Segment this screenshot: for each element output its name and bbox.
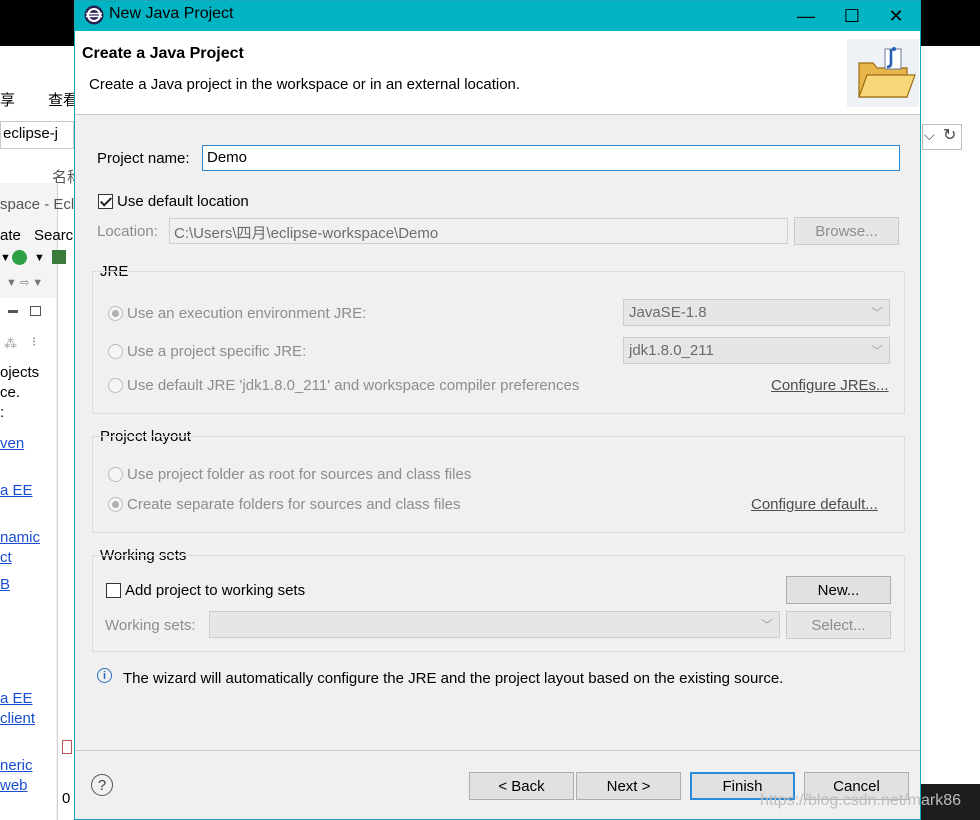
bg-menu-share[interactable]: 享	[0, 89, 15, 110]
bg-run-icon[interactable]	[12, 250, 27, 265]
location-label: Location:	[97, 223, 158, 240]
add-to-working-sets-label: Add project to working sets	[125, 582, 306, 599]
help-icon: ?	[97, 776, 107, 794]
configure-jres-link[interactable]: Configure JREs...	[771, 377, 889, 394]
bg-sidebar-header	[0, 302, 56, 322]
layout-project-root-label: Use project folder as root for sources a…	[127, 466, 472, 483]
bg-maximize-icon[interactable]	[30, 306, 41, 316]
bg-menu-search[interactable]: Searc	[34, 227, 73, 244]
bg-sidebar-text: ojects	[0, 364, 40, 381]
jre-execution-environment-label: Use an execution environment JRE:	[127, 305, 367, 322]
bg-dropdown-icon[interactable]: ▼	[34, 252, 45, 264]
new-java-project-dialog: New Java Project — ☐ ✕ Create a Java Pro…	[74, 0, 921, 820]
bg-sidebar-link[interactable]: namic	[0, 529, 40, 546]
close-button[interactable]: ✕	[873, 1, 919, 31]
bg-right-dropdown[interactable]: ⌵ ↻	[922, 124, 962, 150]
bg-right-window	[920, 46, 980, 820]
bg-sidebar-text: ce.	[0, 384, 21, 401]
layout-project-root-radio[interactable]	[108, 467, 123, 482]
project-name-label: Project name:	[97, 150, 190, 167]
maximize-icon: ☐	[843, 5, 861, 26]
wizard-header: Create a Java Project Create a Java proj…	[75, 31, 920, 115]
location-input[interactable]: C:\Users\四月\eclipse-workspace\Demo	[169, 218, 788, 244]
working-sets-label: Working sets:	[105, 617, 196, 634]
bg-sidebar-link[interactable]: ct	[0, 549, 12, 566]
jre-environment-value: JavaSE-1.8	[629, 304, 707, 321]
bg-sidebar-link[interactable]: a EE	[0, 690, 33, 707]
bg-sidebar-link[interactable]: client	[0, 710, 35, 727]
chevron-down-icon: ﹀	[870, 306, 883, 320]
layout-separate-folders-label: Create separate folders for sources and …	[127, 496, 461, 513]
info-icon: i	[97, 668, 112, 683]
select-working-sets-button[interactable]: Select...	[786, 611, 891, 639]
new-working-set-button[interactable]: New...	[786, 576, 891, 604]
jre-specific-select[interactable]: jdk1.8.0_211 ﹀	[623, 337, 890, 364]
browse-button[interactable]: Browse...	[794, 217, 899, 245]
info-message: The wizard will automatically configure …	[123, 670, 784, 687]
eclipse-app-icon	[84, 5, 104, 25]
configure-default-link[interactable]: Configure default...	[751, 496, 878, 513]
jre-default-radio[interactable]	[108, 378, 123, 393]
jre-default-label: Use default JRE 'jdk1.8.0_211' and works…	[127, 377, 580, 394]
maximize-button[interactable]: ☐	[829, 1, 875, 31]
back-button[interactable]: < Back	[469, 772, 574, 800]
bg-welcome-sidebar: ⁂ ⁝ ojects ce. : ven a EE namic ct B a E…	[0, 298, 56, 820]
bg-menu-navigate[interactable]: ate	[0, 227, 21, 244]
bg-dropdown-icon[interactable]: ▼	[0, 252, 11, 264]
bg-sidebar-text: :	[0, 404, 5, 421]
bg-minimize-icon[interactable]	[8, 310, 18, 313]
bg-sidebar-link[interactable]: ven	[0, 435, 24, 452]
wizard-description: Create a Java project in the workspace o…	[89, 76, 521, 93]
chevron-down-icon: ﹀	[870, 344, 883, 358]
layout-separate-folders-radio[interactable]	[108, 497, 123, 512]
working-sets-select[interactable]: ﹀	[209, 611, 780, 638]
dialog-titlebar[interactable]: New Java Project — ☐ ✕	[75, 1, 920, 31]
refresh-icon[interactable]: ↻	[943, 125, 956, 145]
minimize-icon: —	[797, 5, 815, 26]
add-to-working-sets-checkbox[interactable]	[106, 583, 121, 598]
bg-more-icon[interactable]: ⁝	[32, 334, 36, 350]
wizard-title: Create a Java Project	[82, 45, 244, 62]
watermark: https://blog.csdn.net/mark86	[760, 792, 961, 809]
bg-sidebar-link[interactable]: neric	[0, 757, 33, 774]
bg-toolbar-icons: ▼ ▼ ▼ ⇨ ▼	[0, 250, 74, 296]
bg-address-bar[interactable]: eclipse-j	[0, 121, 74, 149]
footer-separator	[75, 750, 920, 751]
bg-sidebar-link[interactable]: web	[0, 777, 28, 794]
bg-sidebar-link[interactable]: B	[0, 576, 10, 593]
chevron-down-icon: ﹀	[760, 618, 773, 632]
jre-execution-environment-radio[interactable]	[108, 306, 123, 321]
chevron-down-icon: ⌵	[924, 127, 935, 143]
bg-debug-icon[interactable]	[52, 250, 66, 264]
next-button[interactable]: Next >	[576, 772, 681, 800]
bg-image-icon	[62, 740, 72, 754]
bg-nav-icon[interactable]: ▼ ⇨ ▼	[6, 276, 43, 289]
bg-window-title: space - Ecli	[0, 196, 78, 213]
project-layout-group	[92, 436, 905, 533]
jre-specific-value: jdk1.8.0_211	[629, 342, 714, 359]
bg-sidebar-link[interactable]: a EE	[0, 482, 33, 499]
help-button[interactable]: ?	[91, 774, 113, 796]
bg-cluster-icon[interactable]: ⁂	[4, 336, 17, 352]
jre-project-specific-label: Use a project specific JRE:	[127, 343, 307, 360]
minimize-button[interactable]: —	[783, 1, 829, 31]
bg-bottom-text: 0	[62, 790, 71, 807]
dialog-title: New Java Project	[109, 5, 234, 22]
use-default-location-label: Use default location	[117, 193, 249, 210]
use-default-location-checkbox[interactable]	[98, 194, 113, 209]
project-name-input[interactable]: Demo	[202, 145, 900, 171]
close-icon: ✕	[888, 5, 904, 26]
java-project-folder-icon	[847, 39, 919, 107]
bg-address-text: eclipse-j	[3, 125, 59, 142]
jre-environment-select[interactable]: JavaSE-1.8 ﹀	[623, 299, 890, 326]
jre-project-specific-radio[interactable]	[108, 344, 123, 359]
